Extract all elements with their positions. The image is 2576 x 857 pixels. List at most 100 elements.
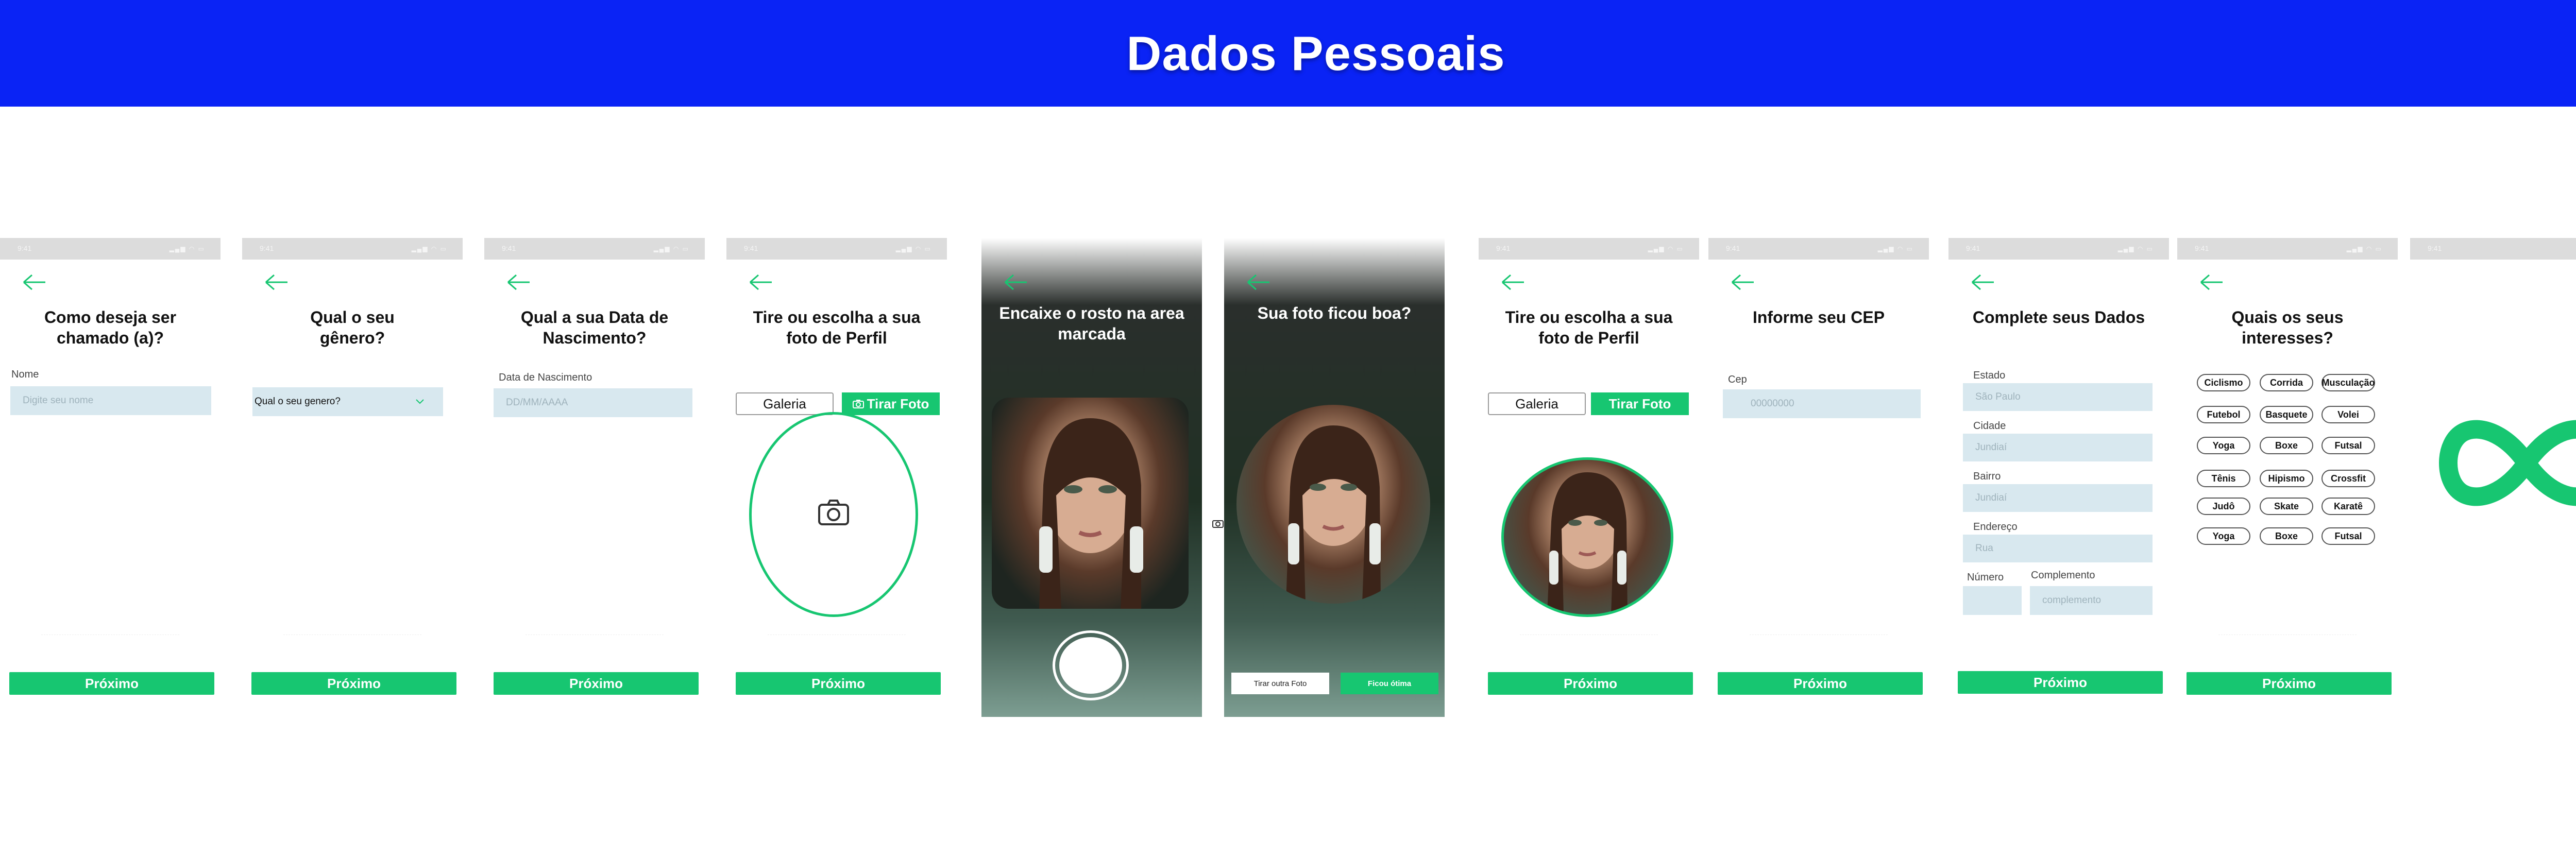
endereco-label: Endereço: [1973, 521, 2018, 533]
back-arrow-icon[interactable]: [1500, 272, 1526, 293]
birthdate-input[interactable]: DD/MM/AAAA: [494, 388, 692, 417]
next-button[interactable]: Próximo: [2187, 672, 2392, 695]
next-button[interactable]: Próximo: [251, 672, 456, 695]
profile-photo-circle[interactable]: [1501, 457, 1673, 617]
status-time: 9:41: [1726, 244, 1740, 252]
next-button[interactable]: Próximo: [494, 672, 699, 695]
camera-icon[interactable]: [1212, 518, 1224, 528]
interest-chip[interactable]: Futsal: [2321, 527, 2375, 545]
page-title: Dados Pessoais: [1126, 26, 1505, 80]
status-time: 9:41: [260, 244, 274, 252]
next-button[interactable]: Próximo: [1958, 671, 2163, 694]
name-label: Nome: [11, 369, 39, 380]
status-icons: ▂▄▆ ◠ ▭: [411, 245, 447, 252]
status-icons: ▂▄▆ ◠ ▭: [653, 245, 689, 252]
face-photo: [1039, 418, 1143, 609]
status-time: 9:41: [18, 244, 32, 252]
cep-input[interactable]: 00000000: [1723, 389, 1921, 418]
status-bar: 9:41 ▂▄▆ ◠ ▭: [242, 238, 463, 260]
photo-placeholder-circle[interactable]: [749, 412, 918, 617]
next-button[interactable]: Próximo: [736, 672, 941, 695]
back-arrow-icon[interactable]: [748, 272, 774, 293]
interest-chip[interactable]: Musculação: [2321, 374, 2375, 391]
interest-chip[interactable]: Karatê: [2321, 498, 2375, 515]
question-title: Como deseja ser chamado (a)?: [44, 308, 177, 347]
interest-chip[interactable]: Corrida: [2260, 374, 2313, 391]
screen-gender: 9:41 ▂▄▆ ◠ ▭ Qual o seu gênero? Qual o se…: [242, 238, 463, 717]
status-icons: ▂▄▆ ◠ ▭: [895, 245, 931, 252]
status-time: 9:41: [1966, 244, 1980, 252]
retake-button[interactable]: Tirar outra Foto: [1231, 673, 1329, 694]
gallery-button[interactable]: Galeria: [736, 392, 834, 415]
complemento-input[interactable]: complemento: [2030, 586, 2153, 615]
back-arrow-icon[interactable]: [1246, 272, 1272, 293]
next-button[interactable]: Próximo: [1718, 672, 1923, 695]
question-title: Qual o seu gênero?: [310, 308, 395, 347]
back-arrow-icon[interactable]: [1970, 272, 1996, 293]
divider: [526, 635, 664, 636]
face-frame: [992, 398, 1189, 609]
status-icons: ▂▄▆ ◠ ▭: [1648, 245, 1684, 252]
numero-input[interactable]: [1963, 586, 2022, 615]
interest-chip[interactable]: Futsal: [2321, 437, 2375, 454]
gender-select[interactable]: Qual o seu genero?: [252, 387, 443, 416]
screen-interests: 9:41 ▂▄▆ ◠ ▭ Quais os seus interesses? Ci…: [2177, 238, 2398, 717]
interest-chip[interactable]: Boxe: [2260, 437, 2313, 454]
camera-icon: [852, 400, 864, 408]
cidade-input[interactable]: Jundiaí: [1963, 434, 2153, 461]
screen-photo-chosen: 9:41 ▂▄▆ ◠ ▭ Tire ou escolha a sua foto d…: [1479, 238, 1699, 717]
screen-address: 9:41 ▂▄▆ ◠ ▭ Complete seus Dados Estado S…: [1948, 238, 2169, 717]
shutter-button[interactable]: [1053, 630, 1129, 700]
interest-chip[interactable]: Hipismo: [2260, 470, 2313, 487]
status-bar: 9:41 ▂▄▆ ◠ ▭: [726, 238, 947, 260]
divider: [283, 635, 421, 636]
status-bar: 9:41 ▂▄▆ ◠ ▭: [0, 238, 221, 260]
back-arrow-icon[interactable]: [2199, 272, 2225, 293]
interest-chip[interactable]: Tênis: [2197, 470, 2250, 487]
face-photo: [1547, 472, 1628, 614]
back-arrow-icon[interactable]: [264, 272, 290, 293]
interest-chip[interactable]: Crossfit: [2321, 470, 2375, 487]
interest-chip[interactable]: Ciclismo: [2197, 374, 2250, 391]
interest-chip[interactable]: Skate: [2260, 498, 2313, 515]
question-title: Informe seu CEP: [1752, 308, 1885, 327]
back-arrow-icon[interactable]: [506, 272, 532, 293]
screen-name: 9:41 ▂▄▆ ◠ ▭ Como deseja ser chamado (a)?…: [0, 238, 221, 717]
name-input[interactable]: Digite seu nome: [10, 386, 211, 415]
status-bar: 9:41 ▂▄▆ ◠ ▭: [484, 238, 705, 260]
divider: [1750, 635, 1888, 636]
back-arrow-icon[interactable]: [1003, 272, 1029, 293]
next-button[interactable]: Próximo: [9, 672, 214, 695]
interest-chip[interactable]: Judô: [2197, 498, 2250, 515]
take-photo-button[interactable]: Tirar Foto: [842, 392, 940, 415]
estado-input[interactable]: São Paulo: [1963, 383, 2153, 411]
interest-chip[interactable]: Futebol: [2197, 406, 2250, 423]
camera-instruction: Encaixe o rosto na area marcada: [999, 304, 1184, 343]
interest-chip[interactable]: Yoga: [2197, 437, 2250, 454]
back-arrow-icon[interactable]: [22, 272, 47, 293]
back-arrow-icon[interactable]: [1730, 272, 1756, 293]
interest-chip[interactable]: Basquete: [2260, 406, 2313, 423]
status-time: 9:41: [2195, 244, 2209, 252]
gallery-button[interactable]: Galeria: [1488, 392, 1586, 415]
endereco-input[interactable]: Rua: [1963, 535, 2153, 562]
question-title: Complete seus Dados: [1972, 308, 2145, 327]
screen-photo-choose: 9:41 ▂▄▆ ◠ ▭ Tire ou escolha a sua foto d…: [726, 238, 947, 717]
status-time: 9:41: [2428, 244, 2442, 252]
interest-chip[interactable]: Boxe: [2260, 527, 2313, 545]
screen-photo-review: Sua foto ficou boa? Tirar outra Foto Fic…: [1224, 238, 1445, 717]
status-bar: 9:41 ▂▄▆ ◠ ▭: [1708, 238, 1929, 260]
camera-icon: [818, 500, 849, 525]
birthdate-label: Data de Nascimento: [499, 372, 592, 383]
interest-chip[interactable]: Yoga: [2197, 527, 2250, 545]
interest-chip[interactable]: Volei: [2321, 406, 2375, 423]
bairro-input[interactable]: Jundiaí: [1963, 484, 2153, 512]
take-photo-button[interactable]: Tirar Foto: [1591, 392, 1689, 415]
status-icons: ▂▄▆ ◠ ▭: [169, 245, 205, 252]
next-button[interactable]: Próximo: [1488, 672, 1693, 695]
screen-cep: 9:41 ▂▄▆ ◠ ▭ Informe seu CEP Cep 00000000…: [1708, 238, 1929, 717]
screen-birthdate: 9:41 ▂▄▆ ◠ ▭ Qual a sua Data de Nasciment…: [484, 238, 705, 717]
take-photo-label: Tirar Foto: [867, 396, 929, 412]
photo-source-toggle: Galeria Tirar Foto: [1488, 392, 1689, 415]
confirm-photo-button[interactable]: Ficou ótima: [1341, 673, 1438, 694]
